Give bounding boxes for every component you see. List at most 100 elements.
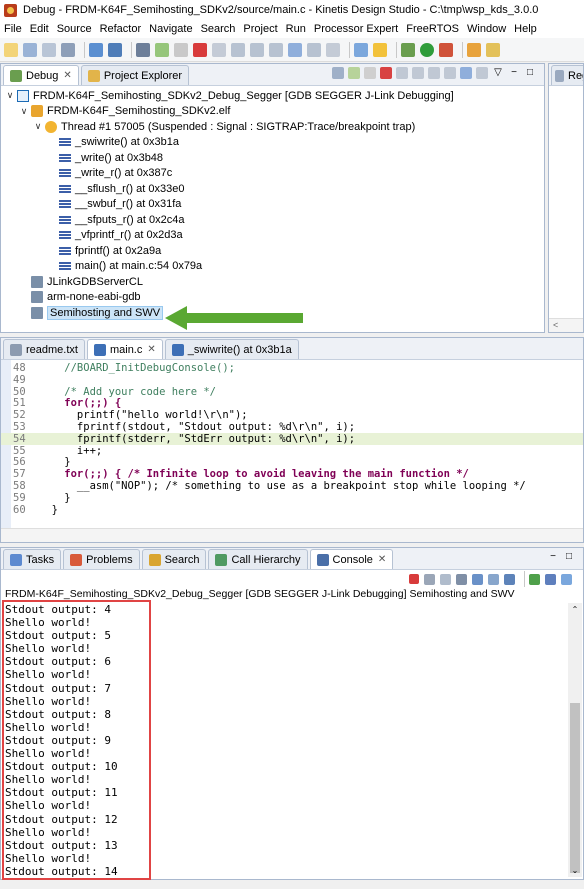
code-editor[interactable]: 48 //BOARD_InitDebugConsole(); 49 50 /* Ad… xyxy=(1,360,583,528)
debug-tab-project-explorer[interactable]: Project Explorer xyxy=(80,65,190,85)
print-icon[interactable] xyxy=(61,42,75,57)
run-icon[interactable] xyxy=(420,42,434,57)
step-into-icon[interactable] xyxy=(231,42,245,57)
menu-item-file[interactable]: File xyxy=(4,23,22,35)
console-toggle-icon[interactable] xyxy=(108,42,122,57)
step-into-icon[interactable] xyxy=(412,67,424,79)
console-tab-call-hierarchy[interactable]: Call Hierarchy xyxy=(208,549,308,569)
debug-launch-icon[interactable] xyxy=(401,42,415,57)
step-return-icon[interactable] xyxy=(269,42,283,57)
external-tools-icon[interactable] xyxy=(354,42,368,57)
expand-chevron-icon[interactable]: ∨ xyxy=(5,90,15,101)
scroll-up-icon[interactable]: ⌃ xyxy=(568,605,582,614)
close-icon[interactable]: ✕ xyxy=(378,554,386,565)
console-output[interactable]: Stdout output: 4 Shello world! Stdout outp… xyxy=(5,603,567,877)
tree-node[interactable]: _write() at 0x3b48 xyxy=(5,150,540,166)
editor-hscroll[interactable] xyxy=(1,528,583,542)
menu-item-search[interactable]: Search xyxy=(201,23,236,35)
console-scroll-thumb[interactable] xyxy=(570,703,580,873)
disconnect-icon[interactable] xyxy=(212,42,226,57)
run-external-icon[interactable] xyxy=(439,42,453,57)
editor-tab-swiwrite-at-0x3b1a[interactable]: _swiwrite() at 0x3b1a xyxy=(164,339,299,359)
editor-tab-main-c[interactable]: main.c ✕ xyxy=(86,339,163,359)
minimize-icon[interactable]: − xyxy=(547,551,559,563)
expand-chevron-icon[interactable]: ∨ xyxy=(19,106,29,117)
tree-node[interactable]: _swiwrite() at 0x3b1a xyxy=(5,135,540,151)
step-return-icon[interactable] xyxy=(444,67,456,79)
tree-node[interactable]: main() at main.c:54 0x79a xyxy=(5,259,540,275)
remove-all-icon[interactable] xyxy=(440,573,451,585)
step-over-icon[interactable] xyxy=(250,42,264,57)
expand-chevron-icon[interactable]: ∨ xyxy=(33,121,43,132)
tree-node[interactable]: JLinkGDBServerCL xyxy=(5,274,540,290)
new-icon[interactable] xyxy=(4,42,18,57)
console-tab-tasks[interactable]: Tasks xyxy=(3,549,62,569)
save-icon[interactable] xyxy=(23,42,37,57)
console-tab-search[interactable]: Search xyxy=(141,549,207,569)
scroll-lock-icon[interactable] xyxy=(472,573,483,585)
word-wrap-icon[interactable] xyxy=(488,573,499,585)
flash-icon[interactable] xyxy=(373,42,387,57)
tree-node[interactable]: __swbuf_r() at 0x31fa xyxy=(5,197,540,213)
open-folder-icon[interactable] xyxy=(486,42,500,57)
menu-item-navigate[interactable]: Navigate xyxy=(149,23,192,35)
step-over-icon[interactable] xyxy=(428,67,440,79)
tree-node[interactable]: ∨ Thread #1 57005 (Suspended : Signal : S… xyxy=(5,119,540,135)
tab-registers[interactable]: Reg xyxy=(551,65,583,85)
instruction-step-icon[interactable] xyxy=(288,42,302,57)
drop-frame-icon[interactable] xyxy=(307,42,321,57)
step-filters-icon[interactable] xyxy=(476,67,488,79)
console-vscroll[interactable]: ⌃ ⌄ xyxy=(568,603,582,877)
view-menu-icon[interactable]: ▽ xyxy=(492,67,504,79)
console-tab-problems[interactable]: Problems xyxy=(63,549,140,569)
terminate-icon[interactable] xyxy=(409,574,419,584)
build-icon[interactable] xyxy=(89,42,103,57)
save-all-icon[interactable] xyxy=(42,42,56,57)
tree-node[interactable]: arm-none-eabi-gdb xyxy=(5,290,540,306)
menu-item-window[interactable]: Window xyxy=(467,23,506,35)
tree-node[interactable]: ∨ FRDM-K64F_Semihosting_SDKv2.elf xyxy=(5,104,540,120)
menu-item-refactor[interactable]: Refactor xyxy=(100,23,142,35)
tree-node[interactable]: __sfputs_r() at 0x2c4a xyxy=(5,212,540,228)
console-tab-console[interactable]: Console ✕ xyxy=(309,549,394,569)
menu-item-project[interactable]: Project xyxy=(243,23,277,35)
remove-launch-icon[interactable] xyxy=(424,573,435,585)
menu-item-help[interactable]: Help xyxy=(514,23,537,35)
maximize-icon[interactable]: □ xyxy=(524,67,536,79)
debug-tab-debug[interactable]: Debug ✕ xyxy=(3,65,79,85)
resume-icon[interactable] xyxy=(348,67,360,79)
menu-item-edit[interactable]: Edit xyxy=(30,23,49,35)
maximize-icon[interactable]: □ xyxy=(563,551,575,563)
tree-node[interactable]: _write_r() at 0x387c xyxy=(5,166,540,182)
menu-item-run[interactable]: Run xyxy=(286,23,306,35)
close-icon[interactable]: ✕ xyxy=(147,344,155,355)
menu-item-processor-expert[interactable]: Processor Expert xyxy=(314,23,398,35)
open-console-icon[interactable] xyxy=(561,573,572,585)
disconnect-icon[interactable] xyxy=(396,67,408,79)
tree-node[interactable]: _vfprintf_r() at 0x2d3a xyxy=(5,228,540,244)
resume-icon[interactable] xyxy=(155,42,169,57)
tree-node[interactable]: fprintf() at 0x2a9a xyxy=(5,243,540,259)
scroll-down-icon[interactable]: ⌄ xyxy=(568,866,582,875)
use-step-filters-icon[interactable] xyxy=(326,42,340,57)
instruction-step-icon[interactable] xyxy=(460,67,472,79)
suspend-icon[interactable] xyxy=(364,67,376,79)
registers-hscroll[interactable]: < xyxy=(549,318,583,332)
skip-breakpoints-icon[interactable] xyxy=(136,42,150,57)
editor-tab-readme-txt[interactable]: readme.txt xyxy=(3,339,85,359)
close-icon[interactable]: ✕ xyxy=(63,70,71,81)
terminate-icon[interactable] xyxy=(380,67,392,79)
pin-console-icon[interactable] xyxy=(529,573,540,585)
terminate-icon[interactable] xyxy=(193,42,207,57)
menu-item-source[interactable]: Source xyxy=(57,23,92,35)
show-on-output-icon[interactable] xyxy=(504,573,515,585)
remove-launches-icon[interactable] xyxy=(332,67,344,79)
minimize-icon[interactable]: − xyxy=(508,67,520,79)
tree-node[interactable]: ∨ FRDM-K64F_Semihosting_SDKv2_Debug_Segge… xyxy=(5,88,540,104)
clear-console-icon[interactable] xyxy=(456,573,467,585)
suspend-icon[interactable] xyxy=(174,42,188,57)
open-perspective-icon[interactable] xyxy=(467,42,481,57)
menu-item-freertos[interactable]: FreeRTOS xyxy=(406,23,459,35)
display-console-icon[interactable] xyxy=(545,573,556,585)
tree-node[interactable]: __sflush_r() at 0x33e0 xyxy=(5,181,540,197)
